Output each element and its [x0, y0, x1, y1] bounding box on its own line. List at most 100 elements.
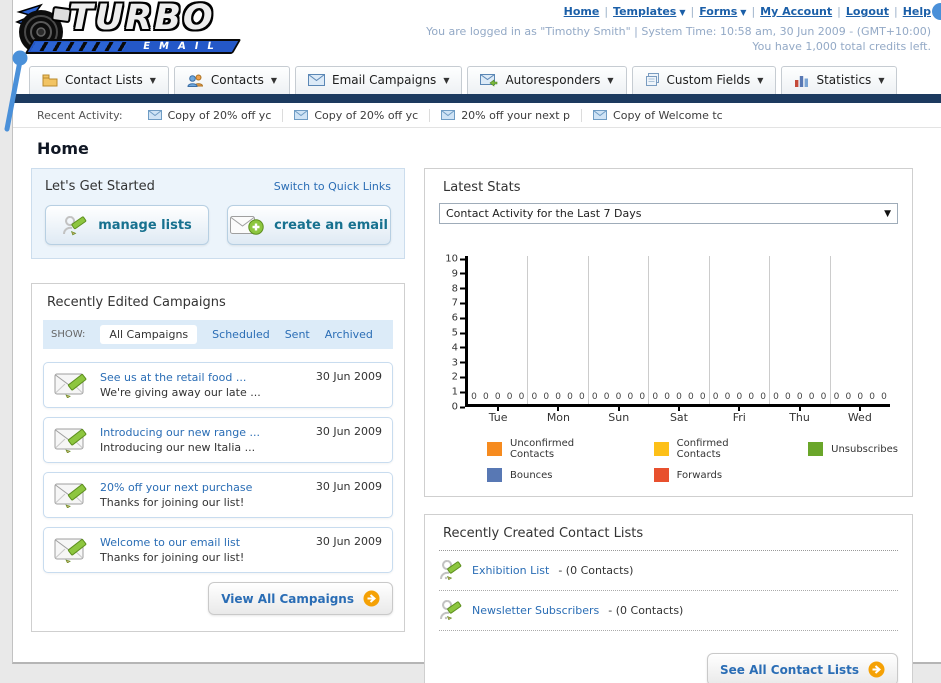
contact-list-row[interactable]: Newsletter Subscribers - (0 Contacts)	[439, 591, 898, 631]
tab-contact-lists[interactable]: Contact Lists ▼	[29, 66, 169, 94]
campaign-title-link[interactable]: Introducing our new range ...	[100, 425, 260, 440]
y-tick-label: 4	[451, 342, 458, 354]
switch-quick-links-link[interactable]: Switch to Quick Links	[274, 180, 391, 193]
y-tick-mark	[460, 287, 465, 290]
chevron-down-icon: ▼	[149, 75, 156, 85]
top-link-forms[interactable]: Forms	[699, 5, 737, 18]
autoresponder-icon	[480, 73, 498, 87]
recent-activity-item[interactable]: Copy of 20% off yc	[282, 108, 429, 122]
top-link-templates[interactable]: Templates	[613, 5, 676, 18]
contact-list-icon	[439, 597, 463, 623]
see-all-contact-lists-button[interactable]: See All Contact Lists	[706, 653, 898, 683]
chart-day-group: 00000	[710, 256, 771, 404]
recent-activity-item-label: 20% off your next p	[461, 108, 571, 122]
filter-sent[interactable]: Sent	[285, 328, 310, 341]
contacts-icon	[187, 74, 204, 87]
chart-day-group: 00000	[528, 256, 589, 404]
chart-zero-label: 0	[820, 392, 827, 402]
legend-item: Bounces	[487, 468, 620, 482]
create-an-email-button[interactable]: create an email	[227, 205, 391, 245]
recently-created-contact-lists-panel: Recently Created Contact Lists Exhibitio…	[424, 514, 913, 683]
chart-zero-label: 0	[664, 392, 670, 402]
custom-fields-icon	[645, 73, 660, 87]
y-tick-mark	[460, 272, 465, 275]
y-tick-label: 7	[451, 297, 458, 309]
recent-activity-item[interactable]: Copy of Welcome tc	[581, 108, 734, 122]
header-right: Home | Templates ▼ | Forms ▼ | My Account | Logout…	[426, 5, 931, 53]
y-tick-mark	[460, 346, 465, 349]
tab-email-campaigns[interactable]: Email Campaigns ▼	[295, 66, 463, 94]
chart-value-labels: 00000	[649, 392, 708, 402]
recently-edited-campaigns-panel: Recently Edited Campaigns SHOW: All Camp…	[31, 283, 405, 632]
tab-contacts[interactable]: Contacts ▼	[173, 66, 290, 94]
campaign-subtitle: Thanks for joining our list!	[100, 551, 245, 564]
campaign-title-link[interactable]: Welcome to our email list	[100, 535, 244, 550]
filter-scheduled[interactable]: Scheduled	[212, 328, 270, 341]
tab-autoresponders[interactable]: Autoresponders ▼	[467, 66, 627, 94]
y-tick-mark	[460, 406, 465, 408]
campaign-row[interactable]: See us at the retail food ... We're givin…	[43, 362, 393, 408]
campaign-row[interactable]: Introducing our new range ... Introducing…	[43, 417, 393, 463]
chart-zero-label: 0	[833, 392, 840, 402]
campaign-text: 20% off your next purchase Thanks for joi…	[100, 480, 252, 510]
chart-plot-area: 00000000000000000000000000000000000	[465, 256, 890, 407]
view-all-campaigns-button[interactable]: View All Campaigns	[208, 582, 393, 615]
chart-zero-label: 0	[494, 392, 501, 402]
chevron-down-icon: ▼	[443, 75, 450, 85]
chart-day-group: 00000	[468, 256, 529, 404]
header: TURBO EMAIL Home | Templates ▼ | Forms ▼ | My Ac…	[13, 0, 941, 64]
recent-activity-item[interactable]: 20% off your next p	[429, 108, 581, 122]
y-axis-tick: 6	[452, 313, 465, 324]
chart-x-axis-labels: Tue Mon Sun Sat Fri Thu Wed	[468, 407, 898, 424]
tab-statistics[interactable]: Statistics ▼	[781, 66, 898, 94]
get-started-title: Let's Get Started	[45, 179, 155, 194]
chart-zero-label: 0	[471, 392, 477, 402]
y-axis-tick: 1	[452, 387, 465, 398]
top-link-help[interactable]: Help	[903, 5, 931, 18]
link-separator: |	[604, 5, 609, 18]
legend-label: Confirmed Contacts	[676, 438, 729, 460]
legend-item: Unconfirmed Contacts	[487, 438, 620, 460]
top-link-my-account[interactable]: My Account	[760, 5, 832, 18]
filter-all-campaigns[interactable]: All Campaigns	[100, 325, 198, 344]
contact-lists-title: Recently Created Contact Lists	[439, 526, 898, 551]
campaign-title-link[interactable]: See us at the retail food ...	[100, 370, 261, 385]
tab-custom-fields[interactable]: Custom Fields ▼	[631, 66, 777, 94]
button-label: manage lists	[98, 217, 192, 233]
manage-lists-button[interactable]: manage lists	[45, 205, 209, 245]
chart-zero-label: 0	[676, 392, 682, 402]
top-link-logout[interactable]: Logout	[846, 5, 889, 18]
legend-item: Confirmed Contacts	[653, 438, 774, 460]
ra-envelope-icon	[294, 110, 309, 120]
contact-list-name-link[interactable]: Exhibition List	[472, 564, 549, 577]
campaign-title-link[interactable]: 20% off your next purchase	[100, 480, 252, 495]
campaign-text: Welcome to our email list Thanks for join…	[100, 535, 244, 565]
manage-lists-icon	[62, 212, 88, 238]
filter-archived[interactable]: Archived	[325, 328, 373, 341]
campaigns-title: Recently Edited Campaigns	[47, 295, 226, 310]
top-link-home[interactable]: Home	[564, 5, 600, 18]
chart-value-labels: 00000	[770, 392, 829, 402]
legend-color-swatch	[653, 442, 669, 456]
contact-list-count: - (0 Contacts)	[558, 563, 634, 577]
campaign-date: 30 Jun 2009	[315, 370, 382, 383]
stats-dropdown[interactable]: Contact Activity for the Last 7 Days ▼	[439, 203, 898, 224]
x-tick-label: Tue	[488, 411, 508, 424]
campaign-row[interactable]: Welcome to our email list Thanks for join…	[43, 527, 393, 573]
legend-label: Forwards	[676, 469, 723, 481]
login-info: You are logged in as "Timothy Smith" | S…	[426, 25, 931, 38]
campaign-filters: All Campaigns Scheduled Sent Archived	[100, 325, 373, 344]
contact-list-row[interactable]: Exhibition List - (0 Contacts)	[439, 551, 898, 591]
y-tick-label: 9	[451, 268, 458, 280]
link-separator: |	[893, 5, 898, 18]
recent-activity-item[interactable]: Copy of 20% off yc	[137, 109, 283, 122]
contact-list-name-link[interactable]: Newsletter Subscribers	[472, 604, 599, 617]
view-all-campaigns-label: View All Campaigns	[221, 591, 354, 606]
folder-icon	[42, 74, 58, 87]
campaign-row[interactable]: 20% off your next purchase Thanks for joi…	[43, 472, 393, 518]
chart-value-labels: 00000	[589, 392, 648, 402]
campaign-date: 30 Jun 2009	[315, 480, 382, 493]
y-tick-mark	[460, 391, 465, 394]
ra-envelope-icon	[441, 110, 456, 120]
legend-color-swatch	[487, 442, 502, 456]
